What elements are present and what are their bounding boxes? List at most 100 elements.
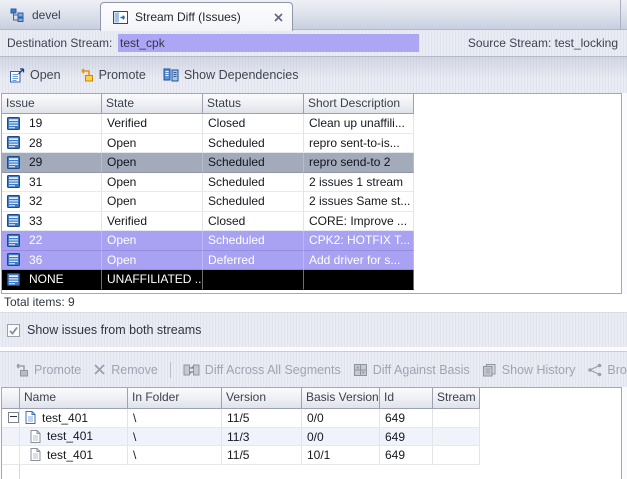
show-dependencies-button[interactable]: Show Dependencies xyxy=(163,68,299,82)
column-header-basis-version[interactable]: Basis Version xyxy=(302,388,380,409)
version-version-cell: 11/3 xyxy=(222,428,302,447)
issue-id-cell: NONE xyxy=(29,270,64,289)
promote-disabled-button[interactable]: Promote xyxy=(13,363,81,377)
issue-id-cell: 29 xyxy=(29,153,42,172)
tab-devel-label: devel xyxy=(32,8,61,22)
column-header-short-description[interactable]: Short Description xyxy=(304,94,414,114)
issue-icon xyxy=(7,273,20,286)
column-header-id[interactable]: Id xyxy=(380,388,433,409)
editor-tabbar: devel Stream Diff (Issues) xyxy=(0,0,627,30)
issue-id-cell: 32 xyxy=(29,192,42,211)
version-row[interactable]: test_401 \ 11/5 0/0 649 xyxy=(2,409,480,428)
expand-minus-icon[interactable] xyxy=(8,412,19,423)
diff-across-button[interactable]: Diff Across All Segments xyxy=(183,363,341,377)
issue-description-cell: repro sent-to-is... xyxy=(304,134,414,154)
version-version-cell: 11/5 xyxy=(222,409,302,428)
issue-description-cell xyxy=(304,270,414,290)
issue-row[interactable]: 22 Open Scheduled CPK2: HOTFIX T... xyxy=(2,231,414,251)
column-header-state[interactable]: State xyxy=(102,94,203,114)
column-header-name[interactable]: Name xyxy=(20,388,128,409)
diff-against-basis-button[interactable]: Diff Against Basis xyxy=(353,363,470,377)
stream-diff-icon xyxy=(113,11,128,24)
column-header-issue[interactable]: Issue xyxy=(2,94,102,114)
issue-state-cell: Open xyxy=(102,173,203,193)
issue-status-cell: Scheduled xyxy=(203,153,304,173)
open-button-label: Open xyxy=(30,68,61,82)
tab-stream-diff[interactable]: Stream Diff (Issues) xyxy=(100,2,293,31)
version-id-cell: 649 xyxy=(380,446,433,465)
promote-gray-icon xyxy=(13,363,29,377)
version-name-cell: test_401 xyxy=(42,409,88,427)
diff-across-label: Diff Across All Segments xyxy=(205,363,341,377)
version-stream-cell xyxy=(433,446,480,465)
issue-row[interactable]: 19 Verified Closed Clean up unaffili... xyxy=(2,114,414,134)
version-row[interactable]: test_401 \ 11/3 0/0 649 xyxy=(2,428,480,447)
issue-state-cell: Open xyxy=(102,251,203,271)
streams-bar: Destination Stream: test_cpk Source Stre… xyxy=(0,30,627,57)
diff-against-basis-icon xyxy=(353,363,368,377)
show-history-icon xyxy=(482,363,497,377)
issue-row[interactable]: 33 Verified Closed CORE: Improve ... xyxy=(2,212,414,232)
column-header-version[interactable]: Version xyxy=(222,388,302,409)
issue-state-cell: Open xyxy=(102,134,203,154)
issue-state-cell: Verified xyxy=(102,212,203,232)
issue-state-cell: Open xyxy=(102,153,203,173)
issue-icon xyxy=(7,117,20,130)
issue-row[interactable]: NONE UNAFFILIATED ... xyxy=(2,270,414,290)
issue-row[interactable]: 29 Open Scheduled repro send-to 2 xyxy=(2,153,414,173)
close-icon[interactable] xyxy=(273,12,284,23)
issue-status-cell: Closed xyxy=(203,212,304,232)
column-header-status[interactable]: Status xyxy=(203,94,304,114)
column-header-in-folder[interactable]: In Folder xyxy=(128,388,222,409)
status-line: Total items: 9 xyxy=(0,294,627,313)
issue-icon xyxy=(7,195,20,208)
column-header-expand xyxy=(2,388,20,409)
issue-icon xyxy=(7,214,20,227)
issue-status-cell: Scheduled xyxy=(203,192,304,212)
issue-description-cell: Clean up unaffili... xyxy=(304,114,414,134)
issue-status-cell: Scheduled xyxy=(203,173,304,193)
show-issues-checkbox[interactable] xyxy=(7,324,20,337)
destination-stream-value: test_cpk xyxy=(118,34,419,52)
issue-status-cell: Scheduled xyxy=(203,134,304,154)
issue-row[interactable]: 32 Open Scheduled 2 issues Same st... xyxy=(2,192,414,212)
version-name-cell: test_401 xyxy=(47,446,93,464)
issue-id-cell: 19 xyxy=(29,114,42,133)
issue-row[interactable]: 36 Open Deferred Add driver for s... xyxy=(2,251,414,271)
destination-stream-label: Destination Stream: xyxy=(7,30,112,56)
issue-id-cell: 28 xyxy=(29,134,42,153)
issue-description-cell: CORE: Improve ... xyxy=(304,212,414,232)
version-basis-cell: 10/1 xyxy=(302,446,380,465)
show-history-button[interactable]: Show History xyxy=(482,363,576,377)
issues-table: Issue State Status Short Description 19 … xyxy=(1,93,622,294)
versions-table-header: Name In Folder Version Basis Version Id … xyxy=(2,388,621,409)
version-row[interactable]: test_401 \ 11/5 10/1 649 xyxy=(2,446,480,465)
show-issues-checkbox-label: Show issues from both streams xyxy=(27,323,201,337)
issues-table-body: 19 Verified Closed Clean up unaffili... … xyxy=(2,114,621,290)
version-version-cell: 11/5 xyxy=(222,446,302,465)
column-header-stream[interactable]: Stream xyxy=(433,388,480,409)
browse-button[interactable]: Brow xyxy=(587,363,627,377)
show-dependencies-icon xyxy=(163,68,179,82)
version-basis-cell: 0/0 xyxy=(302,409,380,428)
version-basis-cell: 0/0 xyxy=(302,428,380,447)
issue-icon xyxy=(7,253,20,266)
issue-row[interactable]: 31 Open Scheduled 2 issues 1 stream xyxy=(2,173,414,193)
version-stream-cell xyxy=(433,428,480,447)
promote-disabled-label: Promote xyxy=(34,363,81,377)
issue-id-cell: 33 xyxy=(29,212,42,231)
promote-button[interactable]: Promote xyxy=(78,68,146,82)
issue-id-cell: 31 xyxy=(29,173,42,192)
open-button[interactable]: Open xyxy=(9,68,61,83)
source-stream-label: Source Stream: test_locking xyxy=(468,30,618,56)
diff-against-basis-label: Diff Against Basis xyxy=(373,363,470,377)
show-dependencies-button-label: Show Dependencies xyxy=(184,68,299,82)
issue-row[interactable]: 28 Open Scheduled repro sent-to-is... xyxy=(2,134,414,154)
issue-icon xyxy=(7,136,20,149)
tab-devel[interactable]: devel xyxy=(0,0,100,30)
issue-description-cell: CPK2: HOTFIX T... xyxy=(304,231,414,251)
remove-button[interactable]: Remove xyxy=(93,363,158,377)
issue-state-cell: Verified xyxy=(102,114,203,134)
issue-status-cell xyxy=(203,270,304,290)
total-items-label: Total items: 9 xyxy=(4,294,75,311)
